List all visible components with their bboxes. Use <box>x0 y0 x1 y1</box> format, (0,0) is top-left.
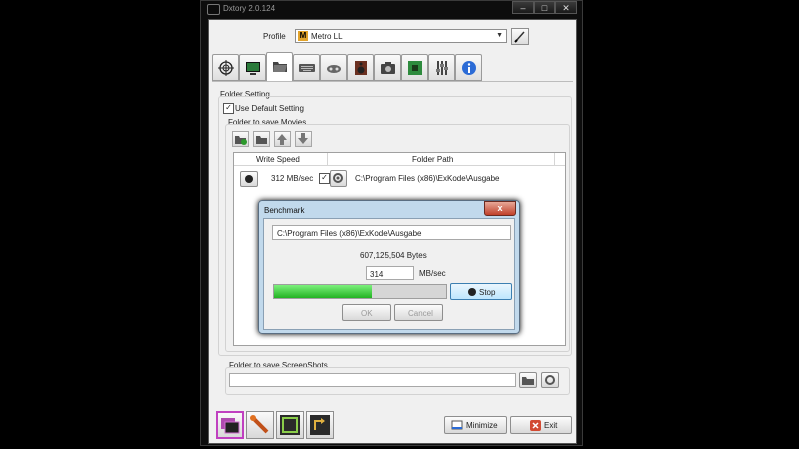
windows-icon <box>221 418 240 434</box>
stop-button[interactable]: Stop <box>450 283 512 300</box>
screenshot-path-field[interactable] <box>229 373 516 387</box>
tab-crosshair[interactable] <box>212 54 239 81</box>
tab-advanced[interactable] <box>401 54 428 81</box>
benchmark-title: Benchmark <box>264 206 305 215</box>
folder-add-icon <box>235 136 247 145</box>
gear-icon <box>545 375 555 385</box>
tab-keyboard[interactable] <box>293 54 320 81</box>
screenshot-open-folder-button[interactable] <box>519 372 537 388</box>
profile-dropdown[interactable]: M Metro LL ▼ <box>295 29 507 43</box>
benchmark-path-value: C:\Program Files (x86)\ExKode\Ausgabe <box>277 229 422 238</box>
benchmark-bytes: 607,125,504 Bytes <box>360 251 427 260</box>
app-icon <box>207 4 220 15</box>
folder-icon <box>522 377 534 385</box>
folder-icon <box>256 136 267 144</box>
cancel-button[interactable]: Cancel <box>394 304 443 321</box>
open-folder-button[interactable] <box>253 131 270 147</box>
profile-value: Metro LL <box>311 32 343 41</box>
minimize-button[interactable]: Minimize <box>444 416 507 434</box>
exit-button[interactable]: Exit <box>510 416 572 434</box>
use-default-checkbox[interactable]: ✓ <box>223 103 234 114</box>
tab-settings[interactable] <box>428 54 455 81</box>
add-folder-button[interactable] <box>232 131 249 147</box>
bottom-button-tools[interactable] <box>246 411 274 439</box>
crosshair-icon <box>218 60 234 76</box>
export-icon <box>310 415 330 435</box>
camera-icon <box>381 62 395 74</box>
monitor-icon <box>246 62 260 75</box>
keyboard-icon <box>299 64 315 72</box>
move-down-button[interactable] <box>295 131 312 147</box>
row-enabled-checkbox[interactable]: ✓ <box>319 173 330 184</box>
gear-icon <box>333 173 343 183</box>
ok-button[interactable]: OK <box>342 304 391 321</box>
cancel-label: Cancel <box>408 309 433 318</box>
media-icon <box>280 415 300 435</box>
list-header: Write Speed Folder Path <box>234 153 565 166</box>
benchmark-close-button[interactable]: x <box>484 201 516 216</box>
tab-audio[interactable] <box>347 54 374 81</box>
chip-icon <box>408 61 422 75</box>
tab-folder[interactable] <box>266 52 293 82</box>
exit-label: Exit <box>544 421 558 430</box>
row-browse-button[interactable] <box>330 170 347 187</box>
use-default-label: Use Default Setting <box>235 104 304 113</box>
folder-icon <box>273 62 287 72</box>
benchmark-progress-bar <box>273 284 447 299</box>
benchmark-path-field[interactable]: C:\Program Files (x86)\ExKode\Ausgabe <box>272 225 511 240</box>
tab-monitor[interactable] <box>239 54 266 81</box>
ok-label: OK <box>361 309 373 318</box>
benchmark-dialog: Benchmark x C:\Program Files (x86)\ExKod… <box>258 200 520 334</box>
tools-icon <box>250 415 269 434</box>
screenshot-browse-button[interactable] <box>541 372 559 388</box>
benchmark-record-button[interactable] <box>240 171 258 187</box>
benchmark-content: C:\Program Files (x86)\ExKode\Ausgabe 60… <box>263 218 515 330</box>
stop-label: Stop <box>479 288 496 297</box>
benchmark-progress-fill <box>274 285 373 298</box>
controller-icon <box>327 65 341 73</box>
col-folder-path[interactable]: Folder Path <box>412 155 453 164</box>
benchmark-speed-unit: MB/sec <box>419 269 446 278</box>
maximize-window-button[interactable]: □ <box>534 1 555 14</box>
move-up-button[interactable] <box>274 131 291 147</box>
record-icon <box>468 288 476 296</box>
record-icon <box>245 175 253 183</box>
folder-path-value: C:\Program Files (x86)\ExKode\Ausgabe <box>355 174 500 183</box>
benchmark-speed-field: 314 <box>366 266 414 280</box>
exit-icon <box>530 420 541 431</box>
info-icon <box>462 61 476 75</box>
bottom-button-windows[interactable] <box>216 411 244 439</box>
sliders-icon <box>436 61 448 75</box>
profile-label: Profile <box>263 32 286 41</box>
metro-logo-icon: M <box>298 31 308 41</box>
pencil-icon <box>514 31 525 43</box>
edit-profile-button[interactable] <box>511 28 529 45</box>
bottom-button-media[interactable] <box>276 411 304 439</box>
benchmark-speed-value: 314 <box>370 270 384 279</box>
tab-screenshot[interactable] <box>374 54 401 81</box>
minimize-window-button[interactable]: – <box>512 1 534 14</box>
bottom-button-export[interactable] <box>306 411 334 439</box>
speaker-icon <box>355 61 367 75</box>
close-window-button[interactable]: ✕ <box>555 1 577 14</box>
minimize-tray-icon <box>451 420 463 430</box>
minimize-label: Minimize <box>466 421 498 430</box>
tab-controller[interactable] <box>320 54 347 81</box>
window-title: Dxtory 2.0.124 <box>223 4 276 13</box>
chevron-down-icon: ▼ <box>496 32 503 39</box>
tab-info[interactable] <box>455 54 482 81</box>
arrow-down-icon <box>298 133 308 144</box>
col-write-speed[interactable]: Write Speed <box>256 155 300 164</box>
write-speed-value: 312 MB/sec <box>271 174 314 183</box>
title-bar: Dxtory 2.0.124 – □ ✕ <box>201 1 582 18</box>
arrow-up-icon <box>277 134 287 145</box>
